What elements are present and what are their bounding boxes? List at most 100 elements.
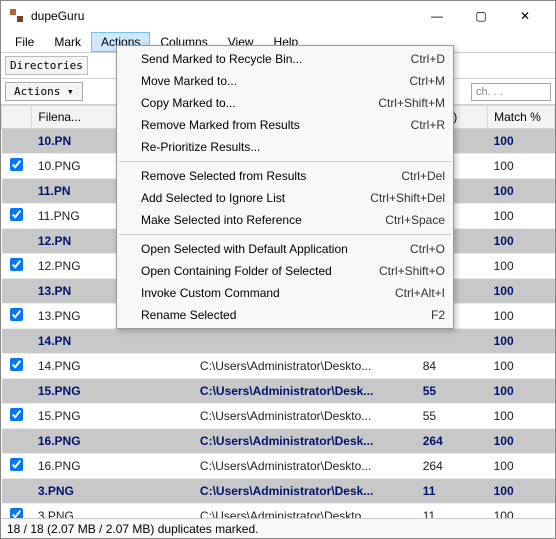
table-row[interactable]: 14.PN 100 — [2, 329, 555, 354]
menu-item-label: Send Marked to Recycle Bin... — [141, 52, 399, 66]
menu-item-shortcut: Ctrl+Space — [373, 213, 445, 227]
menu-item-label: Rename Selected — [141, 308, 419, 322]
menu-item-label: Open Containing Folder of Selected — [141, 264, 367, 278]
row-checkbox[interactable] — [10, 158, 23, 171]
cell-size: 55 — [417, 404, 488, 429]
cell-match: 100 — [488, 254, 555, 279]
menu-item[interactable]: Add Selected to Ignore ListCtrl+Shift+De… — [117, 187, 453, 209]
menu-item[interactable]: Remove Selected from ResultsCtrl+Del — [117, 165, 453, 187]
cell-match: 100 — [488, 279, 555, 304]
menu-item[interactable]: Move Marked to...Ctrl+M — [117, 70, 453, 92]
menu-item[interactable]: Open Selected with Default ApplicationCt… — [117, 238, 453, 260]
cell-folder: C:\Users\Administrator\Deskto... — [194, 504, 417, 519]
menu-item[interactable]: Remove Marked from ResultsCtrl+R — [117, 114, 453, 136]
menu-item-label: Invoke Custom Command — [141, 286, 383, 300]
cell-match: 100 — [488, 454, 555, 479]
table-row[interactable]: 16.PNGC:\Users\Administrator\Desk...2641… — [2, 429, 555, 454]
menu-item[interactable]: Re-Prioritize Results... — [117, 136, 453, 158]
menu-item[interactable]: Copy Marked to...Ctrl+Shift+M — [117, 92, 453, 114]
menu-item-shortcut: Ctrl+O — [398, 242, 445, 256]
cell-size: 55 — [417, 379, 488, 404]
menu-item-shortcut: Ctrl+Alt+I — [383, 286, 445, 300]
cell-match: 100 — [488, 129, 555, 154]
row-checkbox[interactable] — [10, 408, 23, 421]
cell-folder: C:\Users\Administrator\Deskto... — [194, 354, 417, 379]
cell-filename: 16.PNG — [32, 454, 194, 479]
cell-match: 100 — [488, 404, 555, 429]
cell-folder: C:\Users\Administrator\Desk... — [194, 429, 417, 454]
menu-file[interactable]: File — [5, 32, 44, 52]
menu-item-shortcut: Ctrl+Shift+O — [367, 264, 445, 278]
menu-item-label: Remove Marked from Results — [141, 118, 399, 132]
status-text: 18 / 18 (2.07 MB / 2.07 MB) duplicates m… — [7, 522, 258, 536]
table-row[interactable]: 15.PNGC:\Users\Administrator\Desk...5510… — [2, 379, 555, 404]
minimize-button[interactable]: — — [415, 1, 459, 31]
menu-item-shortcut: Ctrl+R — [399, 118, 445, 132]
maximize-button[interactable]: ▢ — [459, 1, 503, 31]
col-checkbox[interactable] — [2, 106, 32, 129]
cell-match: 100 — [488, 204, 555, 229]
menu-item-shortcut: Ctrl+Del — [389, 169, 445, 183]
cell-filename: 15.PNG — [32, 404, 194, 429]
cell-match: 100 — [488, 429, 555, 454]
menu-item-label: Re-Prioritize Results... — [141, 140, 433, 154]
menu-item[interactable]: Invoke Custom CommandCtrl+Alt+I — [117, 282, 453, 304]
menu-item-shortcut: Ctrl+M — [397, 74, 445, 88]
cell-folder: C:\Users\Administrator\Desk... — [194, 379, 417, 404]
search-input[interactable]: ch. . . — [471, 83, 551, 101]
cell-filename: 16.PNG — [32, 429, 194, 454]
cell-filename: 14.PNG — [32, 354, 194, 379]
row-checkbox[interactable] — [10, 458, 23, 471]
row-checkbox[interactable] — [10, 258, 23, 271]
cell-match: 100 — [488, 379, 555, 404]
cell-size: 264 — [417, 429, 488, 454]
cell-match: 100 — [488, 304, 555, 329]
actions-dropdown-button[interactable]: Actions ▾ — [5, 82, 83, 101]
menu-item[interactable]: Send Marked to Recycle Bin...Ctrl+D — [117, 48, 453, 70]
cell-match: 100 — [488, 229, 555, 254]
table-row[interactable]: 15.PNGC:\Users\Administrator\Deskto...55… — [2, 404, 555, 429]
cell-match: 100 — [488, 329, 555, 354]
cell-filename: 15.PNG — [32, 379, 194, 404]
menu-item[interactable]: Open Containing Folder of SelectedCtrl+S… — [117, 260, 453, 282]
cell-match: 100 — [488, 154, 555, 179]
menu-item-label: Open Selected with Default Application — [141, 242, 398, 256]
cell-size: 84 — [417, 354, 488, 379]
status-bar: 18 / 18 (2.07 MB / 2.07 MB) duplicates m… — [1, 518, 555, 538]
cell-filename: 3.PNG — [32, 479, 194, 504]
titlebar: dupeGuru — ▢ ✕ — [1, 1, 555, 31]
cell-filename: 3.PNG — [32, 504, 194, 519]
actions-menu-dropdown: Send Marked to Recycle Bin...Ctrl+DMove … — [116, 45, 454, 329]
cell-match: 100 — [488, 179, 555, 204]
menu-item-label: Make Selected into Reference — [141, 213, 373, 227]
cell-match: 100 — [488, 479, 555, 504]
menu-mark[interactable]: Mark — [44, 32, 91, 52]
table-row[interactable]: 16.PNGC:\Users\Administrator\Deskto...26… — [2, 454, 555, 479]
cell-size — [417, 329, 488, 354]
cell-folder: C:\Users\Administrator\Deskto... — [194, 404, 417, 429]
row-checkbox[interactable] — [10, 508, 23, 518]
table-row[interactable]: 3.PNGC:\Users\Administrator\Desk...11100 — [2, 479, 555, 504]
cell-size: 264 — [417, 454, 488, 479]
menu-item-label: Add Selected to Ignore List — [141, 191, 358, 205]
menu-item-label: Remove Selected from Results — [141, 169, 389, 183]
menu-item-shortcut: F2 — [419, 308, 445, 322]
row-checkbox[interactable] — [10, 358, 23, 371]
row-checkbox[interactable] — [10, 308, 23, 321]
menu-item-shortcut: Ctrl+D — [399, 52, 445, 66]
app-icon — [9, 8, 25, 24]
menu-item-shortcut: Ctrl+Shift+Del — [358, 191, 445, 205]
cell-match: 100 — [488, 354, 555, 379]
directories-button[interactable]: Directories — [5, 56, 88, 75]
menu-item[interactable]: Make Selected into ReferenceCtrl+Space — [117, 209, 453, 231]
table-row[interactable]: 14.PNGC:\Users\Administrator\Deskto...84… — [2, 354, 555, 379]
menu-item[interactable]: Rename SelectedF2 — [117, 304, 453, 326]
table-row[interactable]: 3.PNGC:\Users\Administrator\Deskto...111… — [2, 504, 555, 519]
window-title: dupeGuru — [31, 9, 84, 23]
close-button[interactable]: ✕ — [503, 1, 547, 31]
menu-item-label: Move Marked to... — [141, 74, 397, 88]
col-match[interactable]: Match % — [488, 106, 555, 129]
menu-item-label: Copy Marked to... — [141, 96, 366, 110]
cell-filename: 14.PN — [32, 329, 194, 354]
row-checkbox[interactable] — [10, 208, 23, 221]
